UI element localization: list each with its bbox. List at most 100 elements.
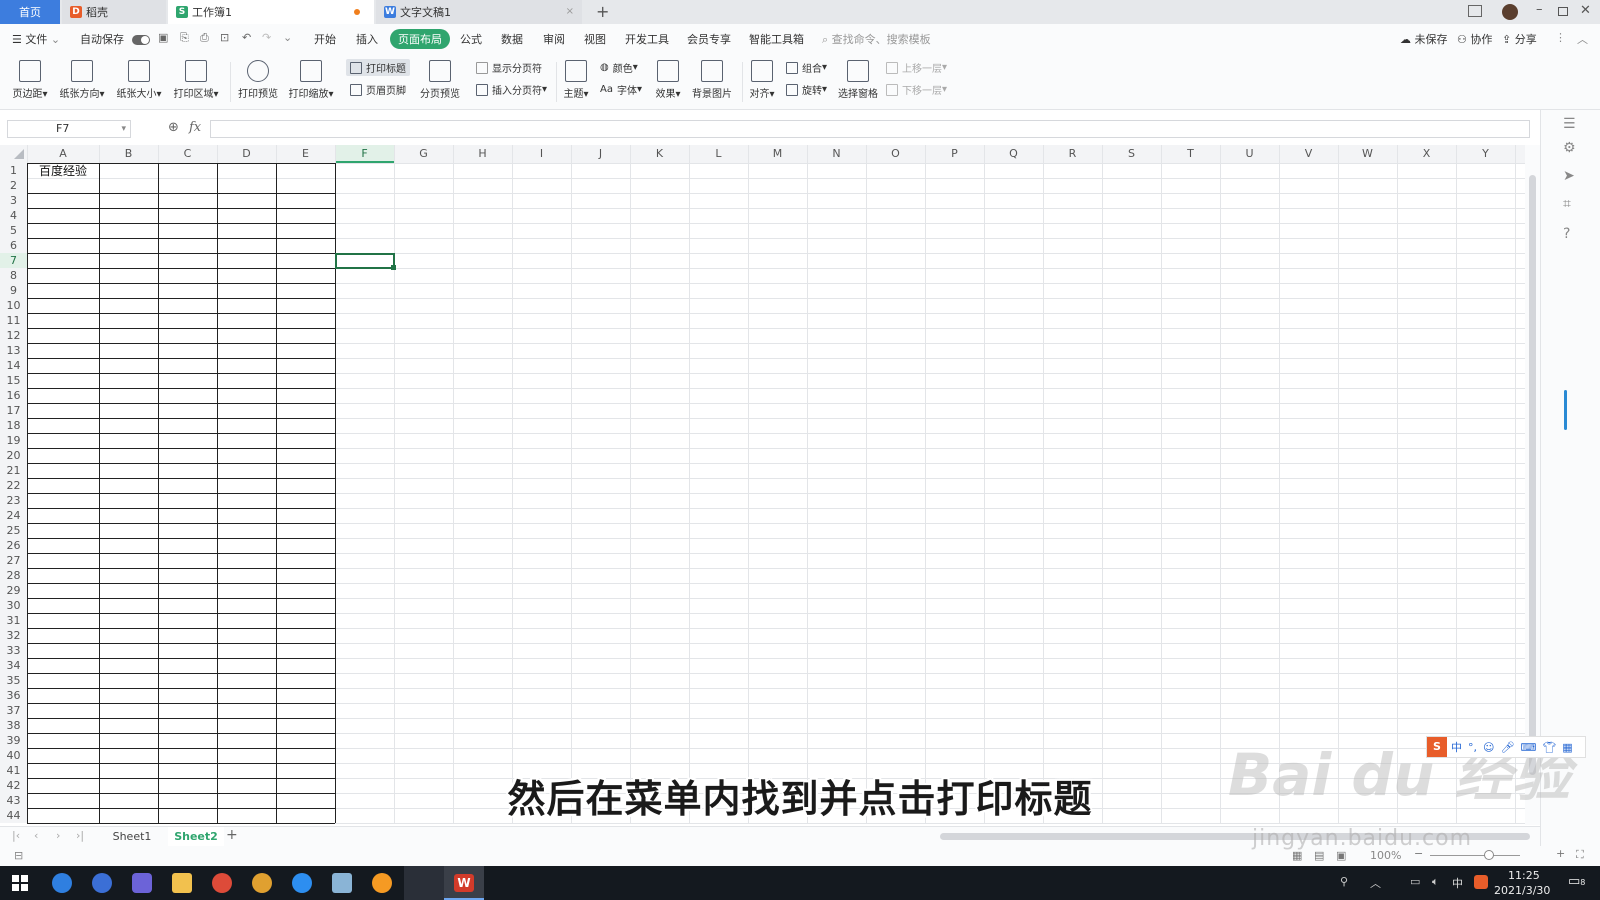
header-footer-button[interactable]: 页眉页脚 bbox=[350, 82, 406, 97]
app-player-icon[interactable] bbox=[404, 866, 444, 900]
column-header-h[interactable]: H bbox=[453, 146, 512, 162]
macro-record-icon[interactable]: ⊟ bbox=[14, 849, 23, 862]
menu-tab-view[interactable]: 视图 bbox=[584, 31, 606, 47]
column-header-j[interactable]: J bbox=[571, 146, 630, 162]
name-box[interactable]: F7 ▾ bbox=[7, 120, 131, 138]
column-header-s[interactable]: S bbox=[1102, 146, 1161, 162]
sheet-tab-sheet1[interactable]: Sheet1 bbox=[112, 830, 152, 843]
tab-docer[interactable]: D 稻壳 bbox=[62, 0, 166, 24]
ime-emoji-icon[interactable]: ☺ bbox=[1483, 741, 1494, 754]
sheet-prev-icon[interactable]: ‹ bbox=[34, 829, 38, 842]
colors-button[interactable]: ◍ 颜色 ▾ bbox=[600, 60, 638, 75]
row-header-33[interactable]: 33 bbox=[0, 643, 27, 658]
row-header-15[interactable]: 15 bbox=[0, 373, 27, 388]
tab-home[interactable]: 首页 bbox=[0, 0, 60, 24]
row-header-39[interactable]: 39 bbox=[0, 733, 27, 748]
spreadsheet-grid[interactable]: A B C D E F G H I J K L M N O P Q R S T U V W X Y 1 2 3 4 5 6 7 8 9 10 11 12… bbox=[0, 145, 1525, 825]
app-book-icon[interactable] bbox=[332, 873, 352, 893]
menu-tab-member[interactable]: 会员专享 bbox=[687, 31, 731, 47]
help-icon[interactable]: ? bbox=[1563, 226, 1570, 242]
margins-button[interactable]: 页边距▾ bbox=[8, 60, 52, 100]
cell-a1[interactable]: 百度经验 bbox=[39, 164, 87, 179]
row-header-37[interactable]: 37 bbox=[0, 703, 27, 718]
print-area-button[interactable]: 打印区域▾ bbox=[170, 60, 222, 100]
row-header-26[interactable]: 26 bbox=[0, 538, 27, 553]
print-icon[interactable]: ⎙ bbox=[200, 31, 209, 45]
row-header-35[interactable]: 35 bbox=[0, 673, 27, 688]
menu-tab-formulas[interactable]: 公式 bbox=[460, 31, 482, 47]
row-header-7[interactable]: 7 bbox=[0, 253, 27, 268]
column-header-k[interactable]: K bbox=[630, 146, 689, 162]
row-header-14[interactable]: 14 bbox=[0, 358, 27, 373]
column-header-g[interactable]: G bbox=[394, 146, 453, 162]
column-header-p[interactable]: P bbox=[925, 146, 984, 162]
ime-language[interactable]: 中 bbox=[1451, 739, 1462, 755]
row-header-34[interactable]: 34 bbox=[0, 658, 27, 673]
column-header-e[interactable]: E bbox=[276, 146, 335, 162]
bring-forward-button[interactable]: 上移一层 ▾ bbox=[886, 60, 947, 75]
zoom-slider-thumb[interactable] bbox=[1484, 850, 1494, 860]
fullscreen-icon[interactable]: ⛶ bbox=[1576, 848, 1584, 862]
share-button[interactable]: ⇪ 分享 bbox=[1502, 31, 1537, 47]
row-header-20[interactable]: 20 bbox=[0, 448, 27, 463]
rotate-button[interactable]: 旋转 ▾ bbox=[786, 82, 827, 97]
align-button[interactable]: 对齐▾ bbox=[746, 60, 778, 100]
row-header-38[interactable]: 38 bbox=[0, 718, 27, 733]
column-header-o[interactable]: O bbox=[866, 146, 925, 162]
more-options-icon[interactable]: ⋮ bbox=[1555, 31, 1566, 44]
wps-taskbar-icon[interactable]: W bbox=[444, 866, 484, 900]
vertical-scrollbar[interactable] bbox=[1525, 145, 1540, 825]
column-header-f[interactable]: F bbox=[335, 146, 394, 162]
new-tab-button[interactable]: + bbox=[596, 2, 609, 21]
row-header-4[interactable]: 4 bbox=[0, 208, 27, 223]
notification-icon[interactable]: ▭8 bbox=[1568, 874, 1585, 889]
menu-tab-data[interactable]: 数据 bbox=[501, 31, 523, 47]
app-q-icon[interactable] bbox=[292, 873, 312, 893]
background-image-button[interactable]: 背景图片 bbox=[690, 60, 734, 100]
column-header-x[interactable]: X bbox=[1397, 146, 1456, 162]
row-header-13[interactable]: 13 bbox=[0, 343, 27, 358]
row-header-5[interactable]: 5 bbox=[0, 223, 27, 238]
sogou-s-icon[interactable]: S bbox=[1427, 737, 1447, 757]
orientation-button[interactable]: 纸张方向▾ bbox=[56, 60, 108, 100]
row-header-12[interactable]: 12 bbox=[0, 328, 27, 343]
window-layout-icon[interactable] bbox=[1468, 5, 1482, 17]
column-header-w[interactable]: W bbox=[1338, 146, 1397, 162]
redo-icon[interactable]: ↷ bbox=[262, 31, 271, 44]
row-header-22[interactable]: 22 bbox=[0, 478, 27, 493]
sheet-first-icon[interactable]: |‹ bbox=[12, 829, 20, 842]
print-preview-small-icon[interactable]: ⊡ bbox=[220, 31, 229, 44]
column-header-l[interactable]: L bbox=[689, 146, 748, 162]
close-window-icon[interactable]: ✕ bbox=[1580, 3, 1591, 18]
zoom-in-icon[interactable]: + bbox=[1556, 847, 1565, 860]
row-header-23[interactable]: 23 bbox=[0, 493, 27, 508]
collaborate-button[interactable]: ⚇ 协作 bbox=[1457, 31, 1492, 47]
row-header-24[interactable]: 24 bbox=[0, 508, 27, 523]
sheet-last-icon[interactable]: ›| bbox=[76, 829, 84, 842]
clock-time[interactable]: 11:25 bbox=[1508, 869, 1540, 882]
effects-button[interactable]: 效果▾ bbox=[652, 60, 684, 100]
print-preview-button[interactable]: 打印预览 bbox=[236, 60, 280, 100]
row-header-6[interactable]: 6 bbox=[0, 238, 27, 253]
chrome-alt-icon[interactable] bbox=[252, 873, 272, 893]
volume-icon[interactable]: 🔈︎ bbox=[1432, 875, 1439, 889]
sogou-tray-icon[interactable] bbox=[1474, 875, 1488, 889]
app-feather-icon[interactable] bbox=[52, 873, 72, 893]
column-header-r[interactable]: R bbox=[1043, 146, 1102, 162]
zoom-slider[interactable] bbox=[1430, 855, 1520, 856]
undo-icon[interactable]: ↶ bbox=[242, 31, 251, 44]
row-header-8[interactable]: 8 bbox=[0, 268, 27, 283]
command-search[interactable]: ⌕ 查找命令、搜索模板 bbox=[822, 31, 931, 47]
tab-document[interactable]: W 文字文稿1 × bbox=[376, 0, 582, 24]
print-scale-button[interactable]: 打印缩放▾ bbox=[285, 60, 337, 100]
save-icon[interactable]: ▣ bbox=[158, 31, 168, 44]
row-header-36[interactable]: 36 bbox=[0, 688, 27, 703]
column-header-d[interactable]: D bbox=[217, 146, 276, 162]
row-header-10[interactable]: 10 bbox=[0, 298, 27, 313]
avatar[interactable] bbox=[1502, 4, 1518, 20]
app-orange-icon[interactable] bbox=[372, 873, 392, 893]
ime-menu-icon[interactable]: ▦ bbox=[1562, 741, 1572, 754]
row-header-18[interactable]: 18 bbox=[0, 418, 27, 433]
app-sogou-icon[interactable] bbox=[92, 873, 112, 893]
fonts-button[interactable]: Aa 字体 ▾ bbox=[600, 82, 642, 97]
